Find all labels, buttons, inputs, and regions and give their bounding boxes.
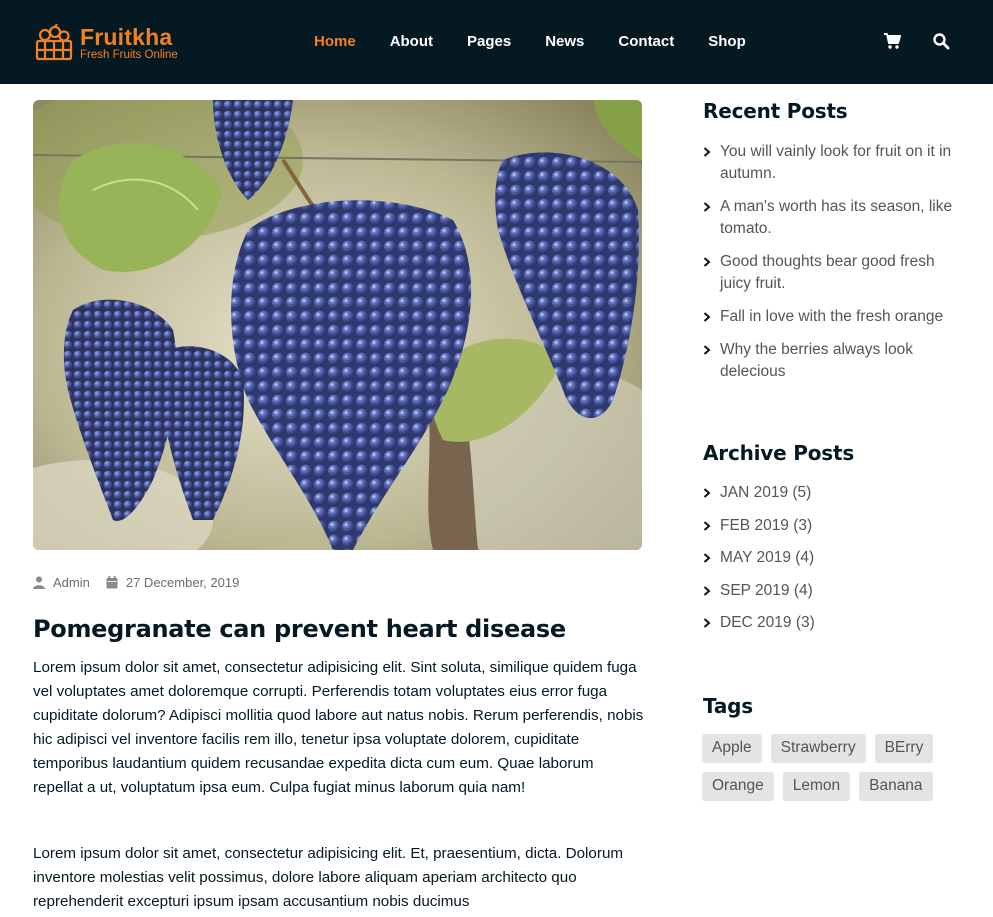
archive-month: DEC 2019 (3) <box>720 614 815 631</box>
nav-news[interactable]: News <box>545 32 584 52</box>
date-meta: 27 December, 2019 <box>106 575 239 590</box>
recent-post-title: You will vainly look for fruit on it in … <box>720 143 952 182</box>
fruit-basket-icon <box>35 24 73 61</box>
shopping-cart-icon[interactable] <box>883 32 903 52</box>
recent-post-title: Fall in love with the fresh orange <box>720 308 944 325</box>
tag-strawberry[interactable]: Strawberry <box>770 734 866 763</box>
tag-cloud: Apple Strawberry BErry Orange Lemon Bana… <box>702 734 972 810</box>
tag-orange[interactable]: Orange <box>702 772 774 801</box>
grapes-photo <box>33 100 642 550</box>
nav-about[interactable]: About <box>390 32 433 52</box>
site-header: Fruitkha Fresh Fruits Online Home About … <box>0 0 993 84</box>
user-icon <box>33 576 45 589</box>
chevron-right-icon <box>703 257 711 267</box>
nav-shop[interactable]: Shop <box>708 32 746 52</box>
recent-posts-heading: Recent Posts <box>703 99 848 123</box>
recent-post-link[interactable]: Fall in love with the fresh orange <box>703 306 965 328</box>
nav-contact[interactable]: Contact <box>618 32 674 52</box>
recent-post-title: A man's worth has its season, like tomat… <box>720 198 953 237</box>
chevron-right-icon <box>703 312 711 322</box>
archive-posts-list: JAN 2019 (5) FEB 2019 (3) MAY 2019 (4) S… <box>703 482 965 645</box>
recent-posts-list: You will vainly look for fruit on it in … <box>703 141 965 394</box>
post-paragraph: Lorem ipsum dolor sit amet, consectetur … <box>33 845 624 910</box>
archive-link[interactable]: FEB 2019 (3) <box>703 515 965 537</box>
chevron-right-icon <box>703 345 711 355</box>
archive-link[interactable]: SEP 2019 (4) <box>703 580 965 602</box>
tags-heading: Tags <box>703 694 753 718</box>
post-date: 27 December, 2019 <box>125 575 240 590</box>
author-meta[interactable]: Admin <box>33 575 90 590</box>
archive-month: SEP 2019 (4) <box>720 581 813 599</box>
recent-post-title: Why the berries always look delecious <box>720 341 913 380</box>
main-nav: Home About Pages News Contact Shop <box>314 32 780 52</box>
recent-post-link[interactable]: Why the berries always look delecious <box>703 339 965 383</box>
chevron-right-icon <box>703 585 711 596</box>
recent-post-title: Good thoughts bear good fresh juicy frui… <box>720 253 935 292</box>
archive-month: JAN 2019 (5) <box>720 484 812 501</box>
archive-month: MAY 2019 (4) <box>720 549 815 566</box>
brand-name: Fruitkha <box>80 23 173 50</box>
post-meta: Admin 27 December, 2019 <box>33 575 255 590</box>
chevron-right-icon <box>703 147 711 157</box>
chevron-right-icon <box>703 553 711 563</box>
recent-post-link[interactable]: A man's worth has its season, like tomat… <box>703 196 965 240</box>
chevron-right-icon <box>703 618 711 628</box>
post-paragraph: Lorem ipsum dolor sit amet, consectetur … <box>33 659 644 796</box>
chevron-right-icon <box>703 520 711 531</box>
archive-link[interactable]: DEC 2019 (3) <box>703 612 965 634</box>
calendar-icon <box>106 576 118 589</box>
post-image <box>33 100 642 550</box>
chevron-right-icon <box>703 202 711 212</box>
recent-post-link[interactable]: Good thoughts bear good fresh juicy frui… <box>703 251 965 295</box>
recent-post-link[interactable]: You will vainly look for fruit on it in … <box>703 141 965 185</box>
logo[interactable]: Fruitkha Fresh Fruits Online <box>34 24 178 62</box>
chevron-right-icon <box>703 488 711 498</box>
archive-month: FEB 2019 (3) <box>720 516 813 534</box>
post-author: Admin <box>53 575 90 590</box>
tag-banana[interactable]: Banana <box>859 772 933 801</box>
search-icon[interactable] <box>932 32 952 52</box>
tag-apple[interactable]: Apple <box>702 734 762 763</box>
archive-posts-heading: Archive Posts <box>703 441 855 465</box>
tag-lemon[interactable]: Lemon <box>782 772 851 801</box>
nav-pages[interactable]: Pages <box>467 32 511 52</box>
tag-berry[interactable]: BErry <box>874 734 934 763</box>
archive-link[interactable]: MAY 2019 (4) <box>703 547 965 569</box>
nav-home[interactable]: Home <box>314 32 356 52</box>
post-title: Pomegranate can prevent heart disease <box>33 615 566 643</box>
brand-tagline: Fresh Fruits Online <box>80 48 178 61</box>
archive-link[interactable]: JAN 2019 (5) <box>703 482 965 504</box>
